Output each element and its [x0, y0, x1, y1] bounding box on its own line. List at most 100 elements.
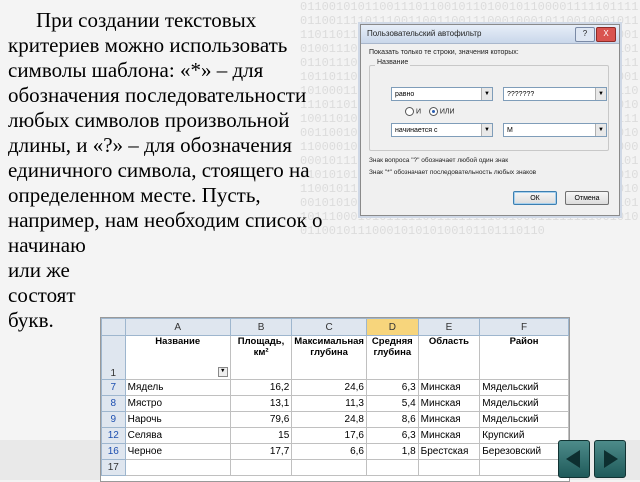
cell[interactable]: Нарочь	[124, 411, 231, 428]
condition2-operator-value: начинается с	[395, 127, 438, 134]
cell[interactable]: Минская	[417, 411, 481, 428]
radio-or-label: ИЛИ	[439, 108, 455, 116]
cell[interactable]	[417, 459, 481, 476]
cell[interactable]: Минская	[417, 395, 481, 412]
column-header-c[interactable]: C	[291, 318, 367, 336]
condition1-value: ???????	[507, 91, 535, 98]
condition2-value: М	[507, 127, 513, 134]
cell[interactable]	[291, 459, 367, 476]
cell[interactable]	[479, 459, 569, 476]
field-name-label: Название	[375, 59, 411, 66]
cell[interactable]: 11,3	[291, 395, 367, 412]
slide-body-text: При создании текстовых критериев можно и…	[8, 8, 326, 333]
cell[interactable]: 13,1	[229, 395, 293, 412]
cell[interactable]: Черное	[124, 443, 231, 460]
row-header[interactable]: 8	[101, 395, 126, 412]
cell[interactable]: 15	[229, 427, 293, 444]
table-row: 9 Нарочь 79,6 24,8 8,6 Минская Мядельски…	[101, 411, 569, 428]
spreadsheet-grid: A B C D E F 1 Название ▾ Площадь, км² Ма…	[101, 318, 569, 476]
cell[interactable]	[365, 459, 419, 476]
column-header-a[interactable]: A	[124, 318, 231, 336]
header-cell-area[interactable]: Площадь, км²	[229, 335, 293, 380]
row-header[interactable]: 17	[101, 459, 126, 476]
ok-button[interactable]: ОК	[513, 191, 557, 205]
and-or-radio-group: И ИЛИ	[405, 107, 454, 116]
cell[interactable]	[229, 459, 293, 476]
previous-slide-button[interactable]	[558, 440, 590, 478]
condition1-operator-select[interactable]: равно ▼	[391, 87, 493, 101]
cell[interactable]: Минская	[417, 379, 481, 396]
cell[interactable]: 79,6	[229, 411, 293, 428]
show-rows-label: Показать только те строки, значения кото…	[369, 49, 519, 56]
column-header-row: A B C D E F	[101, 318, 569, 336]
column-header-f[interactable]: F	[479, 318, 569, 336]
chevron-down-icon[interactable]: ▼	[595, 124, 606, 136]
cell[interactable]: 24,8	[291, 411, 367, 428]
cancel-button[interactable]: Отмена	[565, 191, 609, 205]
row-header[interactable]: 1	[101, 335, 126, 380]
close-button[interactable]: X	[596, 27, 616, 42]
column-header-b[interactable]: B	[229, 318, 293, 336]
next-slide-button[interactable]	[594, 440, 626, 478]
table-row: 12 Селява 15 17,6 6,3 Минская Крупский	[101, 427, 569, 444]
cell[interactable]: 17,7	[229, 443, 293, 460]
header-name-label: Название	[155, 336, 201, 348]
table-row: 8 Мястро 13,1 11,3 5,4 Минская Мядельски…	[101, 395, 569, 412]
table-header-row: 1 Название ▾ Площадь, км² Максимальная г…	[101, 335, 569, 380]
condition2-operator-select[interactable]: начинается с ▼	[391, 123, 493, 137]
row-header[interactable]: 16	[101, 443, 126, 460]
cell[interactable]: Мядельский	[479, 395, 569, 412]
slide-line-tail-1: начинаю	[8, 233, 86, 257]
table-row: 17	[101, 459, 569, 476]
help-button[interactable]: ?	[575, 27, 595, 42]
cell[interactable]: Мядельский	[479, 379, 569, 396]
header-cell-avg-depth[interactable]: Средняя глубина	[365, 335, 419, 380]
hint-question-mark: Знак вопроса "?" обозначает любой один з…	[369, 157, 509, 164]
slide-line-tail-4: букв.	[8, 308, 54, 332]
cell[interactable]	[124, 459, 231, 476]
condition2-value-input[interactable]: М ▼	[503, 123, 607, 137]
row-header[interactable]: 9	[101, 411, 126, 428]
slide-line-tail-3: состоят	[8, 283, 76, 307]
chevron-down-icon[interactable]: ▼	[481, 88, 492, 100]
cell[interactable]: 6,3	[365, 427, 419, 444]
radio-or[interactable]	[428, 107, 438, 116]
select-all-corner[interactable]	[101, 318, 126, 336]
cell[interactable]: 8,6	[365, 411, 419, 428]
cell[interactable]: 5,4	[365, 395, 419, 412]
table-row: 7 Мядель 16,2 24,6 6,3 Минская Мядельски…	[101, 379, 569, 396]
chevron-down-icon[interactable]: ▼	[481, 124, 492, 136]
cell[interactable]: Мядельский	[479, 411, 569, 428]
cell[interactable]: Брестская	[417, 443, 481, 460]
row-header[interactable]: 12	[101, 427, 126, 444]
excel-spreadsheet: A B C D E F 1 Название ▾ Площадь, км² Ма…	[100, 317, 570, 482]
condition1-operator-value: равно	[395, 91, 415, 98]
cell[interactable]: Мядель	[124, 379, 231, 396]
header-cell-max-depth[interactable]: Максимальная глубина	[291, 335, 367, 380]
header-cell-region[interactable]: Область	[417, 335, 481, 380]
column-header-d[interactable]: D	[365, 318, 419, 336]
column-header-e[interactable]: E	[417, 318, 481, 336]
cell[interactable]: Минская	[417, 427, 481, 444]
cell[interactable]: Мястро	[124, 395, 231, 412]
cell[interactable]: 1,8	[365, 443, 419, 460]
cell[interactable]: 17,6	[291, 427, 367, 444]
header-cell-name[interactable]: Название ▾	[124, 335, 231, 380]
cell[interactable]: 24,6	[291, 379, 367, 396]
row-header[interactable]: 7	[101, 379, 126, 396]
header-cell-district[interactable]: Район	[479, 335, 569, 380]
radio-and-label: И	[416, 108, 422, 116]
cell[interactable]: 16,2	[229, 379, 293, 396]
cell[interactable]: Березовский	[479, 443, 569, 460]
dialog-title: Пользовательский автофильтр	[367, 29, 482, 38]
custom-autofilter-dialog: Пользовательский автофильтр ? X Показать…	[360, 24, 620, 216]
radio-and[interactable]	[405, 107, 414, 116]
cell[interactable]: 6,6	[291, 443, 367, 460]
condition1-value-input[interactable]: ??????? ▼	[503, 87, 607, 101]
cell[interactable]: Крупский	[479, 427, 569, 444]
dialog-titlebar[interactable]: Пользовательский автофильтр ? X	[361, 25, 619, 44]
autofilter-icon[interactable]: ▾	[217, 367, 228, 377]
chevron-down-icon[interactable]: ▼	[595, 88, 606, 100]
cell[interactable]: 6,3	[365, 379, 419, 396]
cell[interactable]: Селява	[124, 427, 231, 444]
